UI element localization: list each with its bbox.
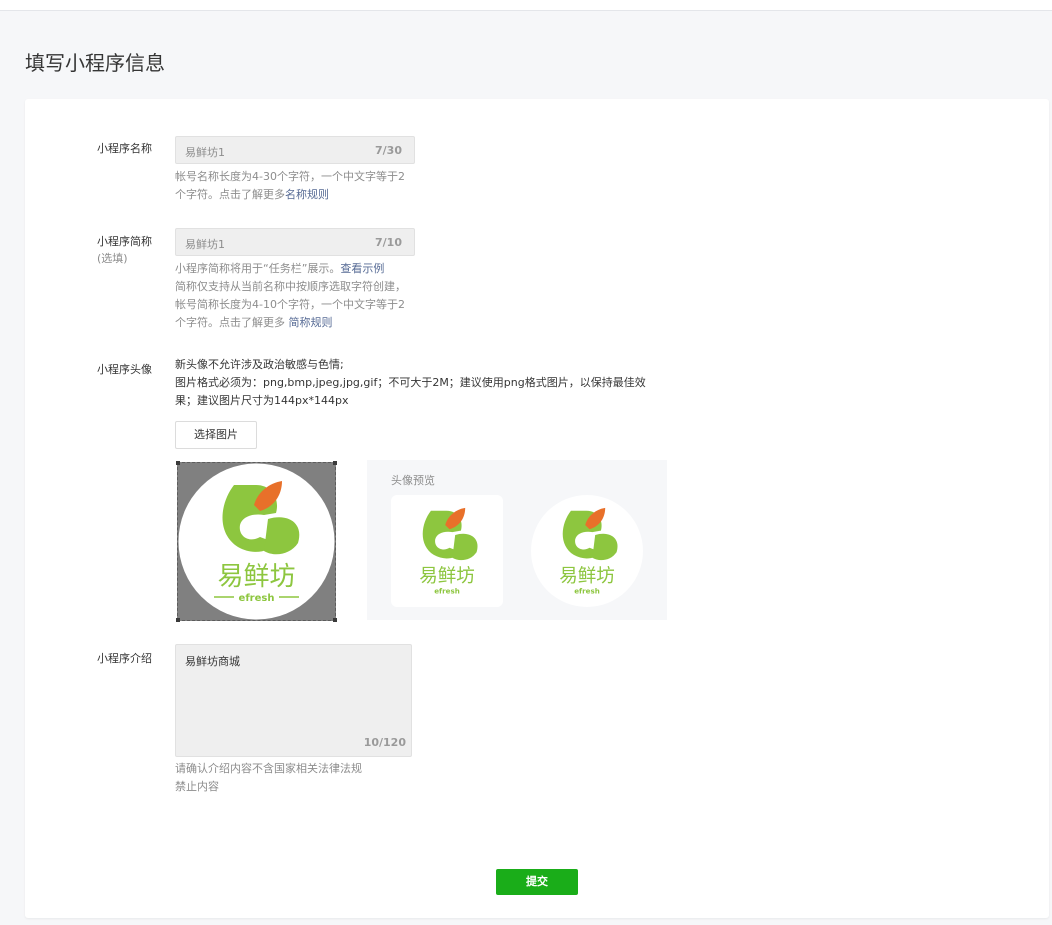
svg-text:易鲜坊: 易鲜坊	[559, 566, 615, 587]
short-name-hint: 小程序简称将用于“任务栏”展示。查看示例 简称仅支持从当前名称中按顺序选取字符创…	[175, 260, 415, 332]
intro-textarea[interactable]: 易鲜坊商城 10/120	[175, 644, 412, 757]
efresh-logo-icon: 易鲜坊 efresh	[419, 507, 478, 595]
svg-text:易鲜坊: 易鲜坊	[419, 566, 475, 587]
intro-label: 小程序介绍	[97, 652, 152, 665]
short-name-label: 小程序简称 (选填)	[97, 233, 152, 267]
name-input-value: 易鲜坊1	[185, 146, 225, 159]
short-name-rules-link[interactable]: 简称规则	[289, 316, 333, 329]
avatar-requirements: 新头像不允许涉及政治敏感与色情; 图片格式必须为：png,bmp,jpeg,jp…	[175, 356, 665, 410]
name-label: 小程序名称	[97, 142, 152, 155]
intro-hint: 请确认介绍内容不含国家相关法律法规 禁止内容	[175, 760, 415, 796]
top-bar	[0, 0, 1052, 11]
svg-text:efresh: efresh	[434, 586, 460, 595]
name-rules-link[interactable]: 名称规则	[285, 188, 329, 201]
choose-image-button[interactable]: 选择图片	[175, 421, 257, 449]
avatar-preview-circle: 易鲜坊 efresh	[531, 495, 643, 607]
page-title: 填写小程序信息	[25, 51, 165, 75]
short-name-label-text: 小程序简称	[97, 235, 152, 248]
crop-handle-br[interactable]	[333, 618, 337, 622]
intro-hint-line2: 禁止内容	[175, 780, 219, 793]
avatar-crop-area[interactable]: 易鲜坊 efresh	[176, 461, 337, 622]
avatar-preview-square: 易鲜坊 efresh	[391, 495, 503, 607]
view-example-link[interactable]: 查看示例	[340, 262, 384, 275]
logo-subtext: efresh	[239, 593, 275, 604]
name-hint: 帐号名称长度为4-30个字符，一个中文字等于2个字符。点击了解更多名称规则	[175, 168, 415, 204]
avatar-crop-image: 易鲜坊 efresh	[178, 463, 335, 620]
short-name-input[interactable]: 易鲜坊1 7/10	[175, 228, 415, 256]
efresh-logo-icon: 易鲜坊 efresh	[559, 507, 618, 595]
crop-handle-tl[interactable]	[176, 461, 180, 465]
short-name-optional: (选填)	[97, 252, 128, 265]
name-input[interactable]: 易鲜坊1 7/30	[175, 136, 415, 164]
avatar-label: 小程序头像	[97, 363, 152, 376]
logo-text: 易鲜坊	[217, 562, 295, 592]
svg-text:efresh: efresh	[574, 586, 600, 595]
avatar-preview-panel: 头像预览 易鲜坊 efresh 易鲜坊 efresh	[367, 460, 667, 620]
avatar-preview-title: 头像预览	[391, 474, 435, 487]
short-name-char-counter: 7/10	[375, 236, 402, 249]
avatar-requirement-line2: 图片格式必须为：png,bmp,jpeg,jpg,gif；不可大于2M；建议使用…	[175, 376, 646, 407]
short-name-hint-line1: 小程序简称将用于“任务栏”展示。	[175, 262, 341, 275]
crop-handle-bl[interactable]	[176, 618, 180, 622]
intro-textarea-value: 易鲜坊商城	[185, 655, 240, 668]
avatar-requirement-line1: 新头像不允许涉及政治敏感与色情;	[175, 358, 344, 371]
intro-hint-line1: 请确认介绍内容不含国家相关法律法规	[175, 762, 362, 775]
form-card: 小程序名称 易鲜坊1 7/30 帐号名称长度为4-30个字符，一个中文字等于2个…	[25, 99, 1049, 918]
intro-char-counter: 10/120	[363, 736, 406, 749]
crop-handle-tr[interactable]	[333, 461, 337, 465]
name-char-counter: 7/30	[375, 144, 402, 157]
short-name-input-value: 易鲜坊1	[185, 238, 225, 251]
submit-button[interactable]: 提交	[496, 869, 578, 895]
